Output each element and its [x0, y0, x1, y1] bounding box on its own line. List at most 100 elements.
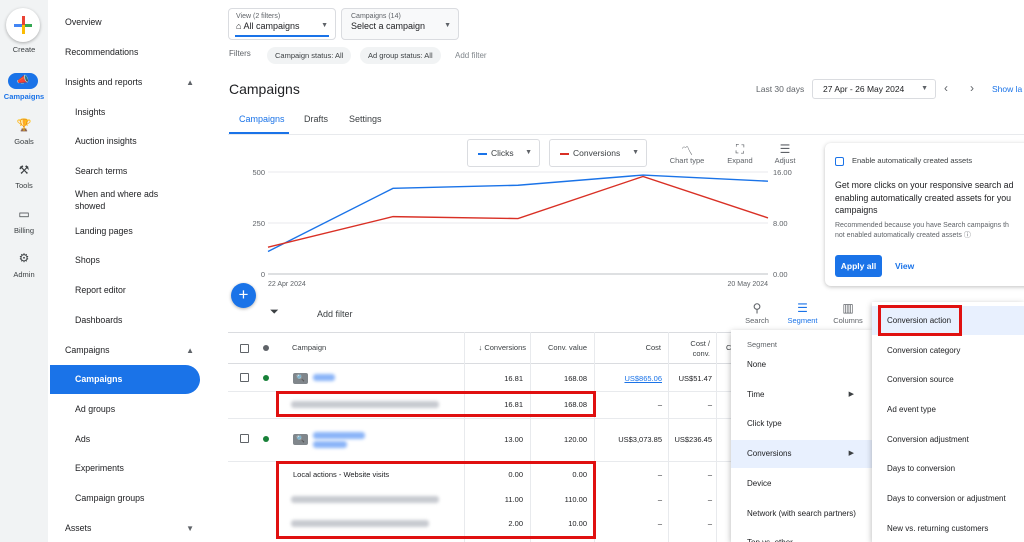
th-cost[interactable]: Cost	[594, 333, 661, 363]
tools-icon[interactable]: ⚒	[0, 163, 48, 177]
campaign-name-link[interactable]	[313, 374, 335, 381]
th-conv-value[interactable]: Conv. value	[530, 333, 587, 363]
show-last-link[interactable]: Show la	[992, 84, 1022, 94]
view-selector[interactable]: View (2 filters) ⌂ All campaigns ▼	[228, 8, 336, 40]
select-all-checkbox[interactable]	[240, 344, 249, 353]
nav-auction-insights[interactable]: Auction insights	[50, 127, 200, 156]
credit-card-icon[interactable]: ▭	[0, 207, 48, 221]
nav-campaigns[interactable]: Campaigns	[50, 365, 200, 394]
segment-option[interactable]: Conversions ▶	[731, 440, 872, 468]
nav-shops[interactable]: Shops	[50, 246, 200, 275]
nav-landing-pages[interactable]: Landing pages	[50, 217, 200, 246]
th-conversions[interactable]: ↓ Conversions	[464, 333, 526, 363]
prev-period-icon[interactable]: ‹	[944, 81, 948, 95]
nav-experiments[interactable]: Experiments	[50, 454, 200, 483]
next-period-icon[interactable]: ›	[970, 81, 974, 95]
adgroup-status-chip[interactable]: Ad group status: All	[360, 47, 441, 64]
add-filter-link[interactable]: Add filter	[455, 51, 487, 60]
dropdown-arrow-icon: ▼	[444, 22, 451, 29]
row-cost-per-conv: –	[707, 519, 712, 528]
nav-assets[interactable]: Assets ▼	[50, 514, 200, 542]
x-end-label: 20 May 2024	[728, 281, 769, 288]
nav-ad-groups[interactable]: Ad groups	[50, 395, 200, 424]
metric-clicks-selector[interactable]: Clicks ▼	[467, 139, 540, 167]
submenu-option[interactable]: Ad event type	[872, 395, 1024, 424]
segment-option[interactable]: Time ▶	[731, 381, 872, 409]
rail-billing-label[interactable]: Billing	[0, 226, 48, 235]
rail-campaigns-label[interactable]: Campaigns	[0, 92, 48, 101]
nav-ads[interactable]: Ads	[50, 425, 200, 454]
nav-overview[interactable]: Overview	[50, 8, 200, 37]
columns-button[interactable]: ▥ Columns	[830, 301, 866, 325]
row-cost: –	[657, 519, 662, 528]
segment-button[interactable]: ☰ Segment	[785, 301, 820, 325]
submenu-option[interactable]: Days to conversion	[872, 454, 1024, 483]
tab-campaigns[interactable]: Campaigns	[239, 114, 285, 124]
gear-icon[interactable]: ⚙	[0, 251, 48, 265]
segment-option[interactable]: Network (with search partners)	[731, 500, 872, 528]
segment-option[interactable]: None	[731, 351, 872, 379]
chevron-right-icon: ▶	[848, 391, 854, 398]
th-cost-per-conv-line: conv.	[692, 349, 710, 358]
search-button[interactable]: ⚲ Search	[743, 301, 771, 325]
campaign-selector[interactable]: Campaigns (14) Select a campaign ▼	[341, 8, 459, 40]
page-title: Campaigns	[229, 81, 300, 97]
row-checkbox[interactable]	[240, 434, 249, 443]
segment-option[interactable]: Device	[731, 470, 872, 498]
nav-recommendations[interactable]: Recommendations	[50, 38, 200, 67]
trophy-icon[interactable]: 🏆	[0, 118, 48, 132]
adjust-button[interactable]: ☰ Adjust	[767, 142, 803, 165]
metric-clicks-label: Clicks	[491, 148, 514, 158]
tab-drafts[interactable]: Drafts	[304, 114, 328, 124]
rail-admin-label[interactable]: Admin	[0, 270, 48, 279]
filter-icon[interactable]: ⏷	[270, 306, 279, 319]
row-conversions: 13.00	[504, 435, 523, 444]
nav-report-editor[interactable]: Report editor	[50, 276, 200, 305]
nav-insights[interactable]: Insights	[50, 98, 200, 127]
card-body-line: Get more clicks on your responsive searc…	[835, 180, 1014, 190]
submenu-option[interactable]: Conversion category	[872, 336, 1024, 365]
conversions-submenu: Conversion action Conversion category Co…	[872, 302, 1024, 542]
segment-label: Segment	[787, 316, 818, 325]
chart-type-button[interactable]: 〽 Chart type	[666, 142, 708, 165]
expand-button[interactable]: ⛶ Expand	[722, 142, 758, 165]
dropdown-arrow-icon: ▼	[321, 22, 328, 29]
assets-icon	[835, 156, 844, 166]
nav-search-terms[interactable]: Search terms	[50, 157, 200, 186]
submenu-option[interactable]: Days to conversion or adjustment	[872, 484, 1024, 513]
tab-settings[interactable]: Settings	[349, 114, 382, 124]
view-button[interactable]: View	[895, 261, 914, 271]
megaphone-icon[interactable]: 📣	[8, 73, 38, 89]
campaign-selector-caption: Campaigns (14)	[351, 13, 401, 20]
chevron-right-icon: ▶	[848, 450, 854, 457]
create-button[interactable]	[6, 8, 40, 42]
nav-dashboards[interactable]: Dashboards	[50, 306, 200, 335]
campaign-status-chip[interactable]: Campaign status: All	[267, 47, 352, 64]
row-cost-per-conv: –	[707, 400, 712, 409]
nav-assets-label: Assets	[65, 523, 92, 533]
th-campaign[interactable]: Campaign	[292, 333, 326, 363]
apply-all-button[interactable]: Apply all	[835, 255, 882, 277]
submenu-option[interactable]: New vs. returning customers	[872, 514, 1024, 542]
metric-conversions-selector[interactable]: Conversions ▼	[549, 139, 647, 167]
enabled-status-dot	[263, 375, 269, 381]
row-checkbox[interactable]	[240, 373, 249, 382]
submenu-option[interactable]: Conversion source	[872, 365, 1024, 394]
rail-goals-label[interactable]: Goals	[0, 137, 48, 146]
nav-when-where-ads[interactable]: When and where ads showed	[50, 186, 180, 218]
rail-tools-label[interactable]: Tools	[0, 181, 48, 190]
date-range-picker[interactable]: 27 Apr - 26 May 2024 ▼	[812, 79, 936, 99]
filters-label: Filters	[229, 49, 251, 58]
segment-option[interactable]: Top vs. other	[731, 529, 872, 542]
campaign-name-link[interactable]	[313, 432, 365, 439]
nav-campaigns-group[interactable]: Campaigns ▲	[50, 336, 200, 365]
nav-insights-reports[interactable]: Insights and reports ▲	[50, 68, 200, 97]
nav-campaign-groups[interactable]: Campaign groups	[50, 484, 200, 513]
help-icon[interactable]: ⓘ	[964, 232, 971, 239]
th-cost-per-conv[interactable]: Cost / conv.	[665, 339, 710, 369]
submenu-option[interactable]: Conversion adjustment	[872, 425, 1024, 454]
add-campaign-button[interactable]: +	[231, 283, 256, 308]
table-add-filter[interactable]: Add filter	[317, 309, 353, 319]
segment-option[interactable]: Click type	[731, 410, 872, 438]
row-cost[interactable]: US$865.06	[598, 374, 662, 383]
